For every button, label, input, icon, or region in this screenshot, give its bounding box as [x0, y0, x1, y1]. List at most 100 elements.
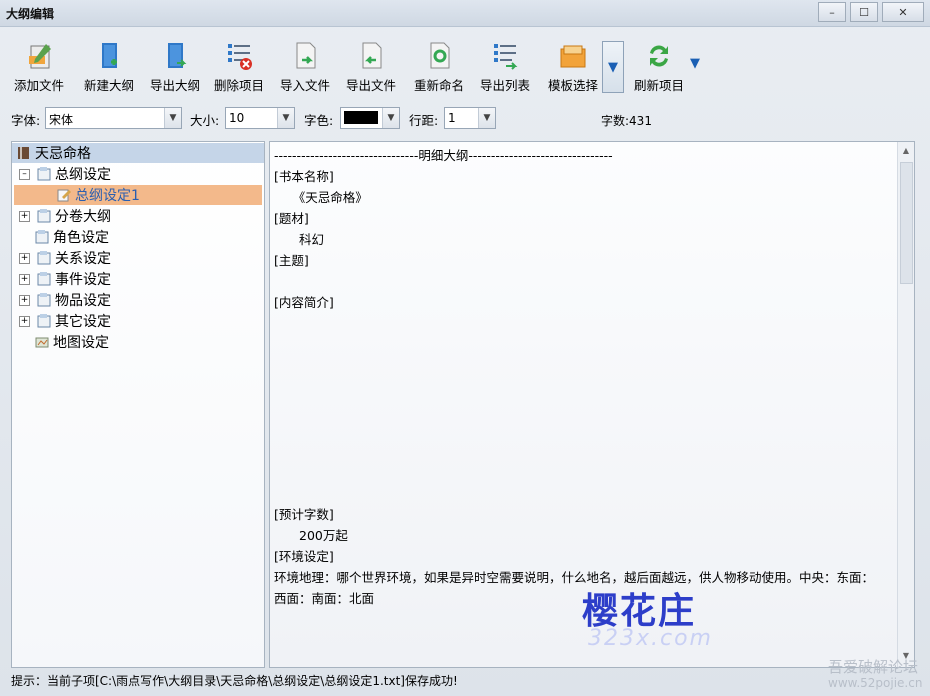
- template-select-label: 模板选择: [547, 78, 598, 93]
- expand-toggle[interactable]: +: [19, 210, 30, 222]
- editor-line: [书本名称]: [274, 169, 334, 184]
- tree-item-outline-settings[interactable]: – 总纲设定: [19, 164, 111, 184]
- chevron-down-icon[interactable]: ▼: [277, 108, 294, 128]
- template-folder-icon: [560, 45, 586, 68]
- delete-list-icon: [228, 44, 252, 70]
- expand-toggle[interactable]: +: [19, 273, 30, 285]
- editor-line: 科幻: [274, 232, 325, 247]
- new-outline-button[interactable]: 新建大纲: [78, 40, 140, 98]
- size-label: 大小:: [190, 113, 220, 128]
- export-list-button[interactable]: 导出列表: [474, 40, 536, 98]
- refresh-dropdown-button[interactable]: ▼: [690, 56, 700, 71]
- export-outline-button[interactable]: 导出大纲: [144, 40, 206, 98]
- toolbar: 添加文件 新建大纲 导出大纲 删除项目 导入文件 导出文件 重新命名 导出列表: [8, 40, 918, 98]
- minimize-button[interactable]: –: [818, 2, 846, 22]
- new-outline-icon: [102, 43, 117, 68]
- color-swatch: [344, 111, 378, 124]
- tree-item-label: 物品设定: [55, 293, 111, 309]
- spacing-select[interactable]: 1 ▼: [444, 107, 496, 129]
- chevron-down-icon[interactable]: ▼: [382, 108, 399, 128]
- template-dropdown-button[interactable]: ▼: [602, 41, 624, 93]
- rename-label: 重新命名: [413, 78, 464, 93]
- tree-item-label: 总纲设定: [55, 167, 111, 183]
- import-file-button[interactable]: 导入文件: [274, 40, 336, 98]
- scroll-up-icon[interactable]: ▲: [900, 146, 912, 158]
- expand-toggle[interactable]: +: [19, 315, 30, 327]
- folder-icon: [37, 209, 51, 223]
- title-bar: 大纲编辑 – ☐ ✕: [0, 0, 930, 27]
- rename-icon: [430, 42, 450, 69]
- refresh-icon: [650, 45, 668, 67]
- refresh-item-button[interactable]: 刷新项目: [626, 40, 692, 98]
- editor-line: [内容简介]: [274, 295, 334, 310]
- folder-icon: [37, 293, 51, 307]
- template-select-button[interactable]: 模板选择: [540, 40, 606, 98]
- add-file-icon: [29, 44, 51, 69]
- export-outline-label: 导出大纲: [149, 78, 200, 93]
- spacing-label: 行距:: [409, 113, 439, 128]
- tree-item-label: 关系设定: [55, 251, 111, 267]
- font-select[interactable]: 宋体 ▼: [45, 107, 182, 129]
- close-button[interactable]: ✕: [882, 2, 924, 22]
- chevron-down-icon[interactable]: ▼: [164, 108, 181, 128]
- add-file-button[interactable]: 添加文件: [8, 40, 70, 98]
- folder-icon: [37, 272, 51, 286]
- editor-line: 西面：南面：北面: [274, 591, 375, 606]
- expand-toggle[interactable]: +: [19, 294, 30, 306]
- tree-item-character-settings[interactable]: 角色设定: [34, 227, 109, 247]
- font-label: 字体:: [11, 113, 41, 128]
- editor-line: [主题]: [274, 253, 309, 268]
- corner-watermark-url: www.52pojie.cn: [828, 676, 923, 690]
- tree-root[interactable]: 天忌命格: [12, 143, 264, 163]
- book-icon: [18, 147, 29, 159]
- expand-toggle[interactable]: +: [19, 252, 30, 264]
- editor-line: 环境地理：哪个世界环境，如果是异时空需要说明，什么地名，越后面越远，供人物移动使…: [274, 570, 875, 585]
- tree-item-relation-settings[interactable]: + 关系设定: [19, 248, 111, 268]
- tree-item-label: 角色设定: [53, 230, 109, 246]
- tree-item-label: 事件设定: [55, 272, 111, 288]
- editor-line: 200万起: [274, 528, 348, 543]
- vertical-scrollbar[interactable]: ▲ ▼: [897, 142, 914, 667]
- delete-item-button[interactable]: 删除项目: [208, 40, 270, 98]
- tree-item-event-settings[interactable]: + 事件设定: [19, 269, 111, 289]
- color-select[interactable]: ▼: [340, 107, 400, 129]
- size-select[interactable]: 10 ▼: [225, 107, 295, 129]
- editor-line: [题材]: [274, 211, 309, 226]
- rename-button[interactable]: 重新命名: [408, 40, 470, 98]
- folder-icon: [37, 314, 51, 328]
- export-file-label: 导出文件: [345, 78, 396, 93]
- font-value: 宋体: [49, 113, 74, 127]
- tree-item-item-settings[interactable]: + 物品设定: [19, 290, 111, 310]
- tree-item-other-settings[interactable]: + 其它设定: [19, 311, 111, 331]
- tree-item-label: 地图设定: [53, 335, 109, 351]
- tree-root-label: 天忌命格: [35, 146, 91, 162]
- folder-icon: [35, 230, 49, 244]
- tree-item-label: 其它设定: [55, 314, 111, 330]
- status-bar: 提示：当前子项[C:\雨点写作\大纲目录\天忌命格\总纲设定\总纲设定1.txt…: [11, 674, 458, 688]
- word-count: 字数:431: [601, 114, 652, 128]
- chevron-down-icon[interactable]: ▼: [478, 108, 495, 128]
- tree-item-label: 分卷大纲: [55, 209, 111, 225]
- editor-line: [预计字数]: [274, 507, 334, 522]
- size-value: 10: [229, 111, 245, 125]
- editor-line: [环境设定]: [274, 549, 334, 564]
- import-file-icon: [296, 42, 316, 69]
- export-list-label: 导出列表: [479, 78, 530, 93]
- delete-item-label: 删除项目: [213, 78, 264, 93]
- window-title: 大纲编辑: [6, 7, 55, 21]
- outline-tree: 天忌命格 – 总纲设定 总纲设定1 + 分卷大纲 角色设定 + 关系设定 + 事…: [11, 141, 265, 668]
- scroll-thumb[interactable]: [900, 162, 913, 284]
- tree-item-outline-settings-1[interactable]: 总纲设定1: [14, 185, 262, 205]
- export-file-button[interactable]: 导出文件: [340, 40, 402, 98]
- new-outline-label: 新建大纲: [83, 78, 134, 93]
- window-controls: – ☐ ✕: [818, 2, 924, 22]
- editor-line: 《天忌命格》: [274, 190, 368, 205]
- maximize-button[interactable]: ☐: [850, 2, 878, 22]
- tree-item-volume-outline[interactable]: + 分卷大纲: [19, 206, 111, 226]
- collapse-toggle[interactable]: –: [19, 168, 30, 180]
- map-icon: [35, 337, 49, 348]
- import-file-label: 导入文件: [279, 78, 330, 93]
- tree-item-map-settings[interactable]: 地图设定: [34, 332, 109, 352]
- corner-watermark-title: 吾爱破解论坛: [828, 658, 919, 676]
- export-file-icon: [362, 42, 382, 69]
